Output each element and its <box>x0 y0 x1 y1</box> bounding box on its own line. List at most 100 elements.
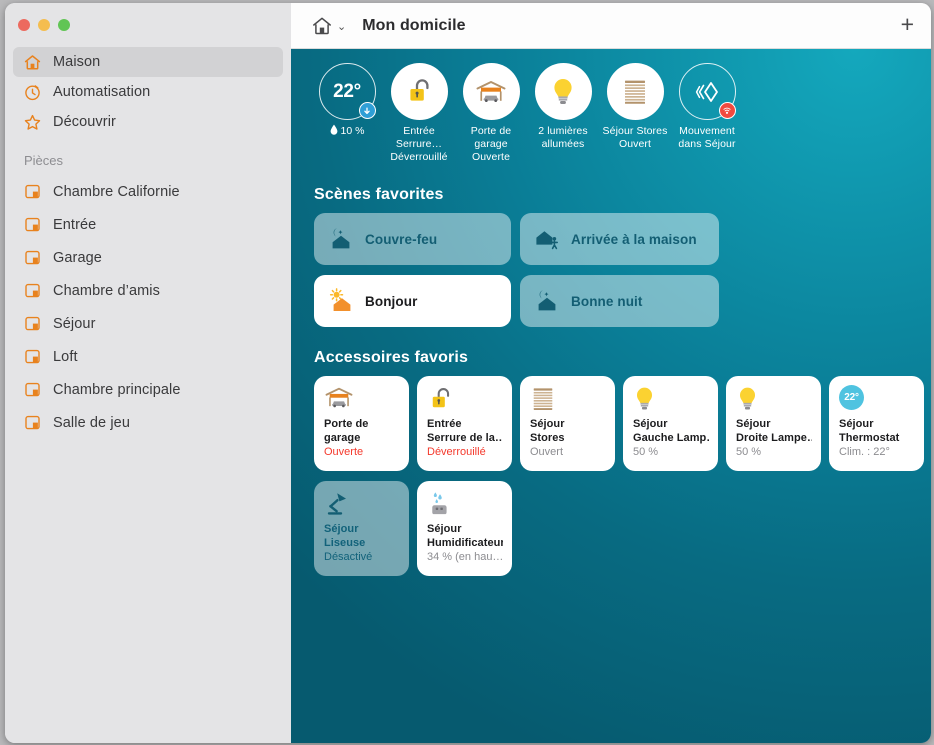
status-lock[interactable]: Entrée Serrure… Déverrouillé <box>383 63 455 164</box>
temperature-value: 22° <box>333 80 361 102</box>
house-icon[interactable] <box>310 14 334 38</box>
zoom-button[interactable] <box>58 19 70 31</box>
accessory-name-line2: Humidificateur <box>427 536 503 549</box>
accessory-sejour-thermostat[interactable]: 22° Séjour Thermostat Clim. : 22° <box>829 376 924 471</box>
motion-alert-icon <box>718 102 736 119</box>
scene-label: Arrivée à la maison <box>571 231 697 247</box>
close-button[interactable] <box>18 19 30 31</box>
scene-couvre-feu[interactable]: Couvre-feu <box>314 213 511 265</box>
house-icon <box>23 53 42 72</box>
accessory-name-line2: garage <box>324 431 361 444</box>
scenes-grid: Couvre-feu Arrivée à la maison Bonjour B… <box>314 213 914 327</box>
house-person-icon <box>534 226 560 252</box>
status-caption-line1: Porte de garage <box>470 125 512 150</box>
status-caption-line1: Entrée Serrure… <box>395 125 443 150</box>
status-strip: 22° 10 % Entrée Serrure… Déverrouillé Po… <box>309 63 914 164</box>
blinds-icon <box>606 63 664 120</box>
accessory-entree-serrure[interactable]: Entrée Serrure de la… Déverrouillé <box>417 376 512 471</box>
accessory-name-line2: Gauche Lamp… <box>633 431 709 444</box>
sidebar-item-label: Automatisation <box>53 84 151 100</box>
status-caption-line2: allumées <box>541 138 585 150</box>
accessory-name-line2: Serrure de la… <box>427 431 503 444</box>
room-icon <box>23 380 42 399</box>
accessory-sejour-gauche-lampe[interactable]: Séjour Gauche Lamp… 50 % <box>623 376 718 471</box>
window-controls <box>18 19 70 31</box>
sidebar-item-entree[interactable]: Entrée <box>13 208 283 241</box>
sidebar-item-decouvrir[interactable]: Découvrir <box>13 107 283 137</box>
moon-house-icon <box>534 288 560 314</box>
sidebar-item-chambre-principale[interactable]: Chambre principale <box>13 373 283 406</box>
accessory-name-line1: Porte de <box>324 418 369 430</box>
accessory-name-line2: Thermostat <box>839 431 900 444</box>
room-icon <box>23 347 42 366</box>
sidebar-list: Maison Automatisation Découvrir Pièces C… <box>5 3 291 439</box>
humidity-drop-icon <box>330 124 338 138</box>
sidebar-item-maison[interactable]: Maison <box>13 47 283 77</box>
room-icon <box>23 215 42 234</box>
lightbulb-icon <box>633 385 709 415</box>
blinds-icon <box>530 385 606 415</box>
sun-house-icon <box>328 288 354 314</box>
accessory-name-line1: Séjour <box>839 418 874 430</box>
status-lights[interactable]: 2 lumières allumées <box>527 63 599 151</box>
status-caption: Séjour Stores Ouvert <box>598 125 672 151</box>
sidebar-item-automatisation[interactable]: Automatisation <box>13 77 283 107</box>
sidebar-item-label: Chambre d’amis <box>53 282 160 299</box>
sidebar-item-label: Entrée <box>53 216 97 233</box>
desk-lamp-icon <box>324 490 400 520</box>
sidebar-item-chambre-damis[interactable]: Chambre d’amis <box>13 274 283 307</box>
accessory-name-line1: Séjour <box>736 418 771 430</box>
motion-sensor-icon <box>678 63 736 120</box>
status-motion[interactable]: Mouvement dans Séjour <box>671 63 743 151</box>
lock-open-icon <box>427 385 503 415</box>
status-caption-line1: Séjour Stores <box>602 125 668 137</box>
sidebar-item-label: Séjour <box>53 315 96 332</box>
status-climate[interactable]: 22° 10 % <box>311 63 383 138</box>
scene-label: Bonne nuit <box>571 293 643 309</box>
accessory-state: Déverrouillé <box>427 446 486 458</box>
sidebar-item-sejour[interactable]: Séjour <box>13 307 283 340</box>
lightbulb-icon <box>534 63 592 120</box>
sidebar-section-rooms-title: Pièces <box>24 153 64 168</box>
accessory-sejour-droite-lampe[interactable]: Séjour Droite Lampe… 50 % <box>726 376 821 471</box>
page-title: Mon domicile <box>362 16 466 34</box>
scene-bonjour[interactable]: Bonjour <box>314 275 511 327</box>
accessory-name-line2: Droite Lampe… <box>736 431 812 444</box>
status-blinds[interactable]: Séjour Stores Ouvert <box>599 63 671 151</box>
accessory-porte-de-garage[interactable]: Porte de garage Ouverte <box>314 376 409 471</box>
chevron-down-icon[interactable]: ⌄ <box>337 20 346 33</box>
arrow-down-icon <box>358 102 376 119</box>
status-garage[interactable]: Porte de garage Ouverte <box>455 63 527 164</box>
sidebar-item-label: Garage <box>53 249 102 266</box>
accessory-name-line1: Entrée <box>427 418 462 430</box>
sidebar-item-label: Chambre Californie <box>53 183 180 200</box>
accessory-state: Ouvert <box>530 446 564 458</box>
sidebar-item-label: Salle de jeu <box>53 414 130 431</box>
accessory-name-line2: Liseuse <box>324 536 366 549</box>
sidebar-item-salle-de-jeu[interactable]: Salle de jeu <box>13 406 283 439</box>
accessory-state: Ouverte <box>324 446 364 458</box>
app-window: Maison Automatisation Découvrir Pièces C… <box>5 3 931 743</box>
star-icon <box>23 113 42 132</box>
room-icon <box>23 281 42 300</box>
accessory-state: Désactivé <box>324 551 373 563</box>
minimize-button[interactable] <box>38 19 50 31</box>
scene-arrivee-a-la-maison[interactable]: Arrivée à la maison <box>520 213 719 265</box>
sidebar-item-chambre-californie[interactable]: Chambre Californie <box>13 175 283 208</box>
sidebar-item-garage[interactable]: Garage <box>13 241 283 274</box>
scene-bonne-nuit[interactable]: Bonne nuit <box>520 275 719 327</box>
accessories-section-title: Accessoires favoris <box>314 349 469 366</box>
add-button[interactable]: + <box>901 12 914 39</box>
accessory-sejour-liseuse[interactable]: Séjour Liseuse Désactivé <box>314 481 409 576</box>
accessory-sejour-stores[interactable]: Séjour Stores Ouvert <box>520 376 615 471</box>
toolbar: ⌄ Mon domicile + <box>291 3 931 49</box>
accessory-sejour-humidificateur[interactable]: Séjour Humidificateur 34 % (en hau… <box>417 481 512 576</box>
sidebar-item-label: Découvrir <box>53 114 116 130</box>
scene-label: Couvre-feu <box>365 231 438 247</box>
room-icon <box>23 248 42 267</box>
thermostat-ring: 22° <box>318 63 376 120</box>
accessory-name-line1: Séjour <box>324 523 359 535</box>
accessory-name-line1: Séjour <box>633 418 668 430</box>
room-icon <box>23 314 42 333</box>
sidebar-item-loft[interactable]: Loft <box>13 340 283 373</box>
